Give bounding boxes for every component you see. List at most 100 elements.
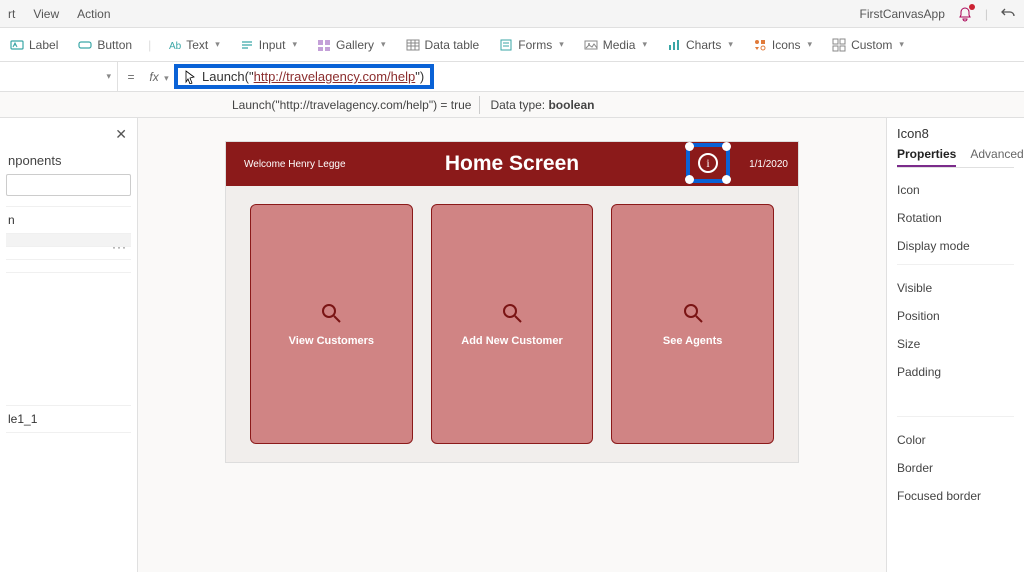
panel-heading: nponents: [6, 151, 131, 174]
data-type-label: Data type: boolean: [490, 98, 594, 112]
tab-advanced[interactable]: Advanced: [970, 147, 1023, 167]
prop-border[interactable]: Border: [897, 454, 1014, 482]
ribbon-icons-label: Icons: [772, 38, 801, 52]
ribbon-media[interactable]: Media ▾: [580, 35, 651, 55]
ribbon-button-text: Button: [97, 38, 132, 52]
chevron-down-icon: ▾: [899, 39, 904, 50]
tab-properties[interactable]: Properties: [897, 147, 956, 167]
magnifier-icon: [319, 301, 343, 325]
menu-view[interactable]: View: [33, 7, 59, 21]
card-see-agents[interactable]: See Agents: [611, 204, 774, 444]
ribbon-datatable-label: Data table: [425, 38, 480, 52]
tree-item[interactable]: le1_1: [6, 405, 131, 432]
undo-icon[interactable]: [1000, 6, 1016, 22]
formula-result: Launch("http://travelagency.com/help") =…: [224, 96, 480, 114]
divider: [897, 264, 1014, 274]
chevron-down-icon: ▾: [728, 39, 733, 50]
ribbon-forms[interactable]: Forms ▾: [495, 35, 568, 55]
ribbon-forms-label: Forms: [518, 38, 552, 52]
prop-displaymode[interactable]: Display mode: [897, 232, 1014, 260]
resize-handle[interactable]: [685, 175, 694, 184]
chevron-down-icon: ▾: [106, 71, 111, 82]
prop-size[interactable]: Size: [897, 330, 1014, 358]
prop-color[interactable]: Color: [897, 426, 1014, 454]
svg-text:Abc: Abc: [169, 41, 181, 52]
resize-handle[interactable]: [722, 142, 731, 151]
divider: |: [148, 38, 151, 52]
formula-text: Launch("http://travelagency.com/help"): [202, 69, 424, 84]
ribbon-input[interactable]: Input ▾: [236, 35, 301, 55]
property-selector[interactable]: ▾: [0, 62, 118, 92]
card-add-customer[interactable]: Add New Customer: [431, 204, 594, 444]
chevron-down-icon: ▾: [292, 39, 297, 50]
datatable-icon: [406, 38, 420, 52]
ribbon-icons[interactable]: Icons ▾: [749, 35, 816, 55]
ribbon-custom-label: Custom: [851, 38, 892, 52]
tree-item[interactable]: [6, 432, 131, 445]
top-menu-left: rt View Action: [8, 7, 111, 21]
dt-value: boolean: [548, 98, 594, 112]
formula-bar: ▾ = fx ▾ Launch("http://travelagency.com…: [0, 62, 1024, 92]
text-icon: Abc: [167, 38, 181, 52]
label-icon: [10, 38, 24, 52]
prop-padding[interactable]: Padding: [897, 358, 1014, 386]
app-name-label: FirstCanvasApp: [860, 7, 945, 21]
formula-result-row: Launch("http://travelagency.com/help") =…: [0, 92, 1024, 118]
ribbon-gallery-label: Gallery: [336, 38, 374, 52]
ribbon-charts[interactable]: Charts ▾: [663, 35, 737, 55]
formula-fn: Launch: [202, 69, 245, 84]
tree-search-input[interactable]: [6, 174, 131, 196]
info-icon-selected[interactable]: i: [686, 143, 730, 183]
tree-item[interactable]: [6, 259, 131, 272]
ribbon-label[interactable]: Label: [6, 35, 62, 55]
formula-highlight[interactable]: Launch("http://travelagency.com/help"): [174, 64, 434, 89]
chevron-down-icon: ▾: [381, 39, 386, 50]
tree-item[interactable]: ···: [6, 233, 131, 246]
tree-item[interactable]: [6, 246, 131, 259]
ribbon-text[interactable]: Abc Text ▾: [163, 35, 224, 55]
selected-control-name: Icon8: [897, 126, 1014, 141]
formula-input-wrap: Launch("http://travelagency.com/help"): [174, 64, 1024, 89]
prop-focusedborder[interactable]: Focused border: [897, 482, 1014, 510]
divider: [897, 416, 1014, 426]
tree-view-panel: ✕ nponents n ··· le1_1: [0, 118, 138, 572]
menu-insert[interactable]: rt: [8, 7, 15, 21]
prop-icon[interactable]: Icon: [897, 176, 1014, 204]
ribbon-label-text: Label: [29, 38, 58, 52]
forms-icon: [499, 38, 513, 52]
menu-action[interactable]: Action: [77, 7, 110, 21]
tree-item-label: le1_1: [8, 412, 37, 426]
ribbon-text-label: Text: [186, 38, 208, 52]
ribbon-gallery[interactable]: Gallery ▾: [313, 35, 390, 55]
card-label: View Customers: [289, 335, 374, 347]
ribbon-charts-label: Charts: [686, 38, 721, 52]
ribbon-button[interactable]: Button: [74, 35, 136, 55]
tree-item[interactable]: [6, 272, 131, 285]
notification-icon[interactable]: [957, 6, 973, 22]
panel-close-button[interactable]: ✕: [6, 124, 131, 151]
ribbon-custom[interactable]: Custom ▾: [828, 35, 908, 55]
equals-sign: =: [118, 70, 144, 84]
tree-item[interactable]: n: [6, 206, 131, 233]
input-icon: [240, 38, 254, 52]
chevron-down-icon: ▾: [164, 73, 169, 83]
prop-position[interactable]: Position: [897, 302, 1014, 330]
card-label: Add New Customer: [461, 335, 562, 347]
top-menu-bar: rt View Action FirstCanvasApp |: [0, 0, 1024, 28]
top-right: FirstCanvasApp |: [860, 6, 1017, 22]
resize-handle[interactable]: [685, 142, 694, 151]
card-view-customers[interactable]: View Customers: [250, 204, 413, 444]
chevron-down-icon: ▾: [559, 39, 564, 50]
app-header: Welcome Henry Legge Home Screen i 1/1/20…: [226, 142, 798, 186]
ribbon-datatable[interactable]: Data table: [402, 35, 484, 55]
insert-ribbon: Label Button | Abc Text ▾ Input ▾ Galler…: [0, 28, 1024, 62]
custom-icon: [832, 38, 846, 52]
ribbon-input-label: Input: [259, 38, 286, 52]
properties-panel: Icon8 Properties Advanced Icon Rotation …: [886, 118, 1024, 572]
prop-rotation[interactable]: Rotation: [897, 204, 1014, 232]
notification-dot: [969, 4, 975, 10]
app-canvas[interactable]: Welcome Henry Legge Home Screen i 1/1/20…: [226, 142, 798, 462]
resize-handle[interactable]: [722, 175, 731, 184]
close-paren: ): [420, 69, 424, 84]
prop-visible[interactable]: Visible: [897, 274, 1014, 302]
